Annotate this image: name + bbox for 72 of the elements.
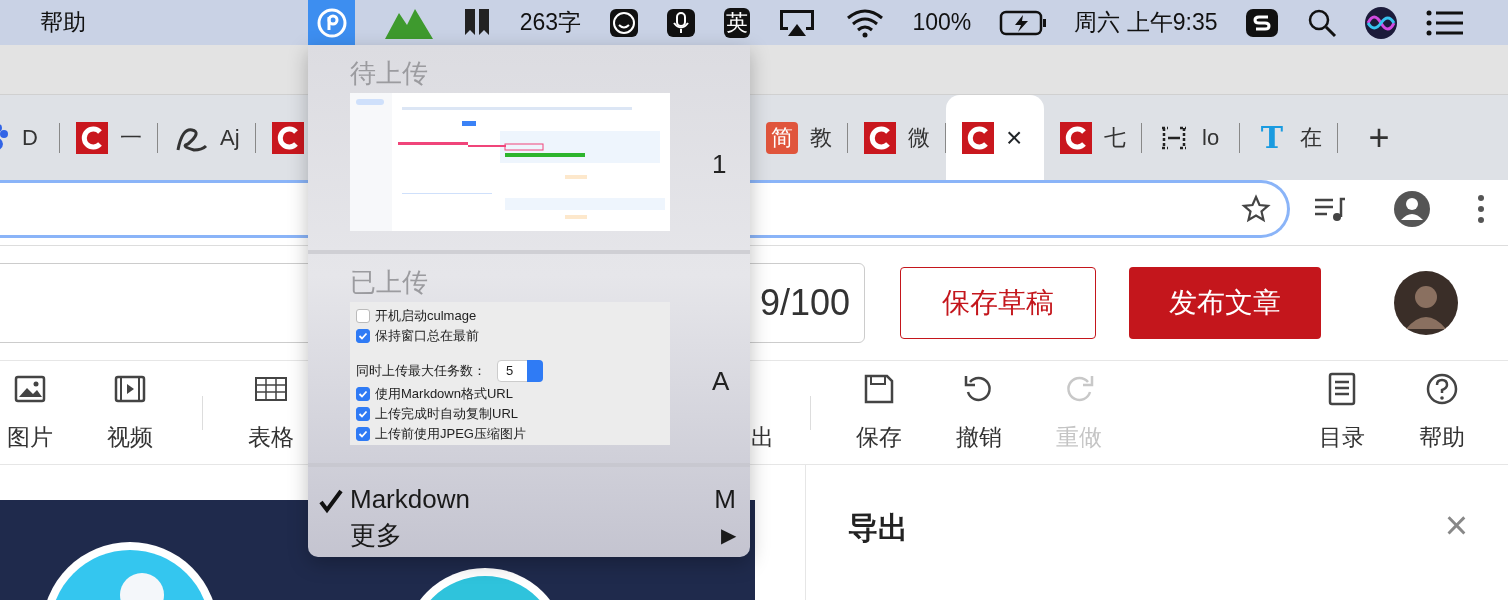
search-icon[interactable]: [1306, 7, 1337, 38]
toolbar-button[interactable]: 保存: [829, 361, 929, 465]
browser-tab[interactable]: 微: [848, 95, 946, 180]
toolbar-button[interactable]: 目录: [1292, 361, 1392, 465]
checkbox-label: 上传前使用JPEG压缩图片: [375, 425, 526, 444]
input-method-indicator[interactable]: 英: [723, 7, 750, 38]
section-header: 已上传: [350, 266, 429, 299]
battery-percentage[interactable]: 100%: [912, 5, 972, 40]
avatar[interactable]: [1394, 271, 1458, 335]
publish-button[interactable]: 发布文章: [1129, 267, 1321, 339]
favicon-icon: T: [1256, 121, 1288, 154]
checkbox[interactable]: [356, 387, 370, 401]
logo-icon: [1060, 121, 1092, 154]
character-counter: 9/100: [759, 281, 850, 325]
checkbox-label: 上传完成时自动复制URL: [375, 405, 518, 424]
account-icon[interactable]: [1393, 190, 1431, 228]
clock[interactable]: 周六 上午9:35: [1074, 5, 1218, 40]
browser-tab[interactable]: D: [0, 95, 60, 180]
panel-title: 导出: [848, 510, 908, 546]
favicon-icon: 简: [766, 121, 798, 154]
siri-icon[interactable]: [1364, 5, 1399, 40]
checkbox-label: 保持窗口总在最前: [375, 327, 479, 346]
browser-tab[interactable]: 简 教: [750, 95, 848, 180]
logo-icon: [76, 121, 108, 154]
logo-icon: [864, 121, 896, 154]
star-icon[interactable]: [1241, 194, 1271, 224]
save-draft-button[interactable]: 保存草稿: [900, 267, 1096, 339]
checkbox[interactable]: [356, 309, 370, 323]
toolbar-button[interactable]: 帮助: [1392, 361, 1492, 465]
toolbar-button[interactable]: 撤销: [929, 361, 1029, 465]
menu-item[interactable]: 帮助: [40, 9, 86, 36]
list-menu-icon[interactable]: [1425, 8, 1464, 37]
app-s-icon[interactable]: [1245, 7, 1280, 38]
browser-tab[interactable]: lo: [1142, 95, 1240, 180]
checkbox-label: 使用Markdown格式URL: [375, 385, 513, 404]
more-menu-icon[interactable]: [1477, 194, 1485, 224]
checkmark-icon: [357, 330, 369, 342]
shortcut-label: A: [712, 365, 730, 398]
browser-tab[interactable]: Aj: [158, 95, 256, 180]
browser-tab[interactable]: ×: [946, 95, 1044, 180]
browser-tab[interactable]: T 在: [1240, 95, 1338, 180]
shortcut-label: 1: [712, 148, 727, 181]
checkbox[interactable]: [356, 329, 370, 343]
shortcut-label: M: [714, 482, 736, 516]
microphone-icon[interactable]: [666, 7, 697, 38]
section-header: 待上传: [350, 57, 429, 90]
toolbar-button[interactable]: 图片: [0, 361, 80, 465]
checkmark-icon: [357, 388, 369, 400]
emoji-icon[interactable]: [608, 7, 639, 38]
battery-icon[interactable]: [998, 8, 1047, 37]
close-button[interactable]: ×: [1444, 505, 1468, 545]
wifi-icon[interactable]: [844, 7, 885, 38]
browser-tab[interactable]: 七: [1044, 95, 1142, 180]
checkbox[interactable]: [356, 427, 370, 441]
menu-extra-icon[interactable]: [308, 0, 355, 45]
new-tab-button[interactable]: +: [1338, 95, 1420, 180]
submenu-arrow: ▶: [721, 523, 736, 548]
help-icon: [1425, 371, 1459, 406]
toolbar-button[interactable]: 表格: [221, 361, 321, 465]
number-stepper[interactable]: 5: [497, 360, 543, 382]
field-label: 同时上传最大任务数：: [356, 362, 486, 381]
checkmark-icon: [357, 408, 369, 420]
menu-item[interactable]: Markdown M: [308, 481, 750, 517]
logo-icon: [962, 121, 994, 154]
checkbox[interactable]: [356, 407, 370, 421]
checkbox-label: 开机启动culmage: [375, 307, 477, 326]
logo-icon: [272, 121, 304, 154]
browser-tab[interactable]: 一: [60, 95, 158, 180]
checkmark-icon: [357, 428, 369, 440]
toolbar-button[interactable]: 视频: [80, 361, 180, 465]
word-count[interactable]: 263字: [519, 5, 582, 40]
close-tab-button[interactable]: ×: [1006, 116, 1023, 159]
